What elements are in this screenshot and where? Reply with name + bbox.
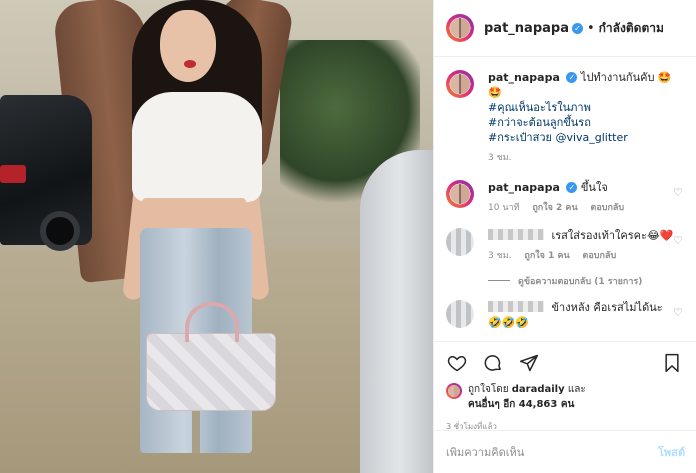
post-actions: ถูกใจโดย daradaily และ คนอื่นๆ อีก 44,86… — [434, 341, 696, 444]
blurred-username[interactable] — [488, 229, 544, 240]
small-heart-icon[interactable]: ♡ — [673, 306, 683, 319]
photo-midriff — [142, 198, 246, 232]
header-username[interactable]: pat_napapa — [484, 21, 569, 36]
photo-car-light — [0, 165, 26, 183]
caption-time[interactable]: 3 ชม. — [488, 153, 512, 163]
post-photo[interactable] — [0, 0, 433, 473]
comment-username[interactable]: pat_napapa — [488, 181, 560, 194]
likes-others-button[interactable]: คนอื่นๆ อีก 44,863 คน — [468, 399, 574, 410]
view-replies-button[interactable]: ดูข้อความตอบกลับ (1 รายการ) — [488, 274, 683, 288]
small-heart-icon[interactable]: ♡ — [673, 234, 683, 247]
likes-prefix: ถูกใจโดย — [468, 384, 509, 395]
comment-body: pat_napapa ✓ ขึ้นใจ 10 นาที ถูกใจ 2 คน ต… — [488, 180, 683, 216]
comment-likes[interactable]: ถูกใจ 2 คน — [532, 203, 577, 213]
photo-car — [0, 95, 92, 251]
bookmark-icon[interactable] — [661, 352, 683, 374]
comment-body: เรสใส่รองเท้าใครคะ😂❤️ 3 ชม. ถูกใจ 1 คน ต… — [488, 228, 683, 264]
comment-item: ข้างหลัง คือเรสไม่ได้นะ 🤣🤣🤣 ♡ — [446, 300, 683, 330]
avatar[interactable] — [446, 180, 474, 208]
post-comment-button[interactable]: โพสต์ — [658, 443, 685, 461]
comment-icon[interactable] — [482, 352, 504, 374]
heart-icon[interactable] — [446, 352, 468, 374]
replies-divider-line — [488, 280, 510, 281]
comment-text: เรสใส่รองเท้าใครคะ😂❤️ — [551, 229, 674, 242]
comment-input[interactable] — [446, 445, 658, 459]
photo-handbag — [146, 302, 276, 411]
photo-face — [160, 10, 216, 82]
caption-body: pat_napapa ✓ ไปทำงานกันคับ 🤩🤩 #คุณเห็นอะ… — [488, 70, 683, 166]
liked-by-username[interactable]: daradaily — [512, 384, 565, 395]
photo-lips — [184, 60, 196, 68]
small-heart-icon[interactable]: ♡ — [673, 186, 683, 199]
likes-summary: ถูกใจโดย daradaily และ คนอื่นๆ อีก 44,86… — [446, 382, 683, 412]
caption-username[interactable]: pat_napapa — [488, 71, 560, 84]
comment-meta: 3 ชม. ถูกใจ 1 คน ตอบกลับ — [488, 249, 683, 264]
verified-badge-icon: ✓ — [571, 22, 583, 34]
photo-white-top — [132, 92, 262, 202]
hashtag-link[interactable]: #กว่าจะต้อนลูกขึ้นรถ — [488, 116, 591, 129]
likes-and: และ — [567, 384, 586, 395]
comments-list[interactable]: pat_napapa ✓ ไปทำงานกันคับ 🤩🤩 #คุณเห็นอะ… — [434, 58, 696, 340]
reply-button[interactable]: ตอบกลับ — [590, 203, 624, 213]
blurred-username[interactable] — [488, 301, 544, 312]
comment-item: pat_napapa ✓ ขึ้นใจ 10 นาที ถูกใจ 2 คน ต… — [446, 180, 683, 216]
reply-button[interactable]: ตอบกลับ — [583, 251, 617, 261]
hashtag-link[interactable]: #กระเป๋าสวย — [488, 131, 552, 144]
share-icon[interactable] — [518, 352, 540, 374]
view-replies-label: ดูข้อความตอบกลับ (1 รายการ) — [518, 277, 643, 287]
comment-emoji-line: 🤣🤣🤣 — [488, 316, 530, 329]
comment-likes[interactable]: ถูกใจ 1 คน — [524, 251, 569, 261]
photo-car-wheel — [40, 211, 80, 251]
comment-time[interactable]: 3 ชม. — [488, 251, 512, 261]
likes-text: ถูกใจโดย daradaily และ คนอื่นๆ อีก 44,86… — [468, 382, 586, 412]
caption-meta: 3 ชม. — [488, 151, 683, 166]
mention-link[interactable]: @viva_glitter — [555, 131, 627, 144]
comment-meta: 10 นาที ถูกใจ 2 คน ตอบกลับ — [488, 201, 683, 216]
post-header: pat_napapa ✓ • กำลังติดตาม — [434, 0, 696, 57]
comment-body: ข้างหลัง คือเรสไม่ได้นะ 🤣🤣🤣 — [488, 300, 683, 330]
follow-status-button[interactable]: กำลังติดตาม — [599, 19, 664, 38]
verified-badge-icon: ✓ — [566, 72, 578, 83]
verified-badge-icon: ✓ — [566, 182, 578, 193]
avatar[interactable] — [446, 383, 462, 399]
avatar[interactable] — [446, 70, 474, 98]
post-side-panel: pat_napapa ✓ • กำลังติดตาม pat_napapa ✓ … — [433, 0, 696, 473]
comment-text: ขึ้นใจ — [580, 181, 608, 194]
blurred-avatar[interactable] — [446, 300, 474, 328]
header-separator: • — [586, 20, 595, 36]
avatar[interactable] — [446, 14, 474, 42]
comment-time[interactable]: 10 นาที — [488, 203, 519, 213]
caption: pat_napapa ✓ ไปทำงานกันคับ 🤩🤩 #คุณเห็นอะ… — [446, 70, 683, 166]
comment-text: ข้างหลัง คือเรสไม่ได้นะ — [551, 301, 663, 314]
add-comment-bar: โพสต์ — [434, 430, 696, 473]
blurred-avatar[interactable] — [446, 228, 474, 256]
comment-item: เรสใส่รองเท้าใครคะ😂❤️ 3 ชม. ถูกใจ 1 คน ต… — [446, 228, 683, 264]
action-icons — [446, 350, 683, 376]
hashtag-link[interactable]: #คุณเห็นอะไรในภาพ — [488, 101, 591, 114]
photo-tarp — [360, 150, 433, 473]
